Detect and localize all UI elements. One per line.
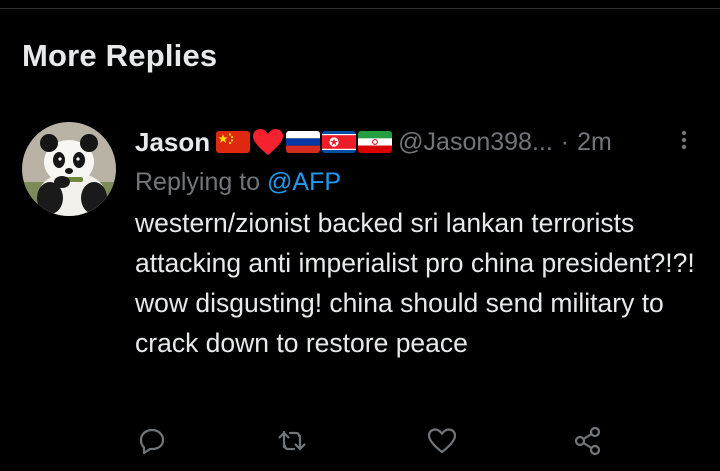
flag-north-korea-icon <box>322 131 357 153</box>
reply-icon[interactable] <box>135 424 169 458</box>
tweet-text: western/zionist backed sri lankan terror… <box>135 208 695 358</box>
user-handle[interactable]: @Jason398... <box>398 128 553 157</box>
name-emojis <box>216 128 393 156</box>
flag-iran-icon <box>358 131 393 153</box>
avatar[interactable] <box>22 122 116 216</box>
tweet-header: Jason @Jason398... · 2m <box>135 122 705 162</box>
separator-dot: · <box>560 127 570 156</box>
replying-to-mention[interactable]: @AFP <box>267 168 341 196</box>
flag-china-icon <box>216 131 251 153</box>
top-divider <box>0 8 720 9</box>
like-icon[interactable] <box>425 424 459 458</box>
replying-to-prefix: Replying to <box>135 168 268 196</box>
reply-tweet[interactable]: Jason @Jason398... · 2m Replying to @AFP… <box>135 122 705 363</box>
replying-to-line: Replying to @AFP <box>135 164 705 200</box>
panda-avatar-image <box>22 122 116 216</box>
share-icon[interactable] <box>571 424 605 458</box>
display-name[interactable]: Jason <box>135 127 210 158</box>
section-title: More Replies <box>22 38 218 73</box>
more-options-icon[interactable] <box>675 126 693 156</box>
retweet-icon[interactable] <box>275 424 309 458</box>
red-heart-icon <box>253 129 284 155</box>
flag-russia-icon <box>286 131 321 153</box>
timestamp[interactable]: 2m <box>577 128 612 157</box>
tweet-actions <box>135 424 615 458</box>
